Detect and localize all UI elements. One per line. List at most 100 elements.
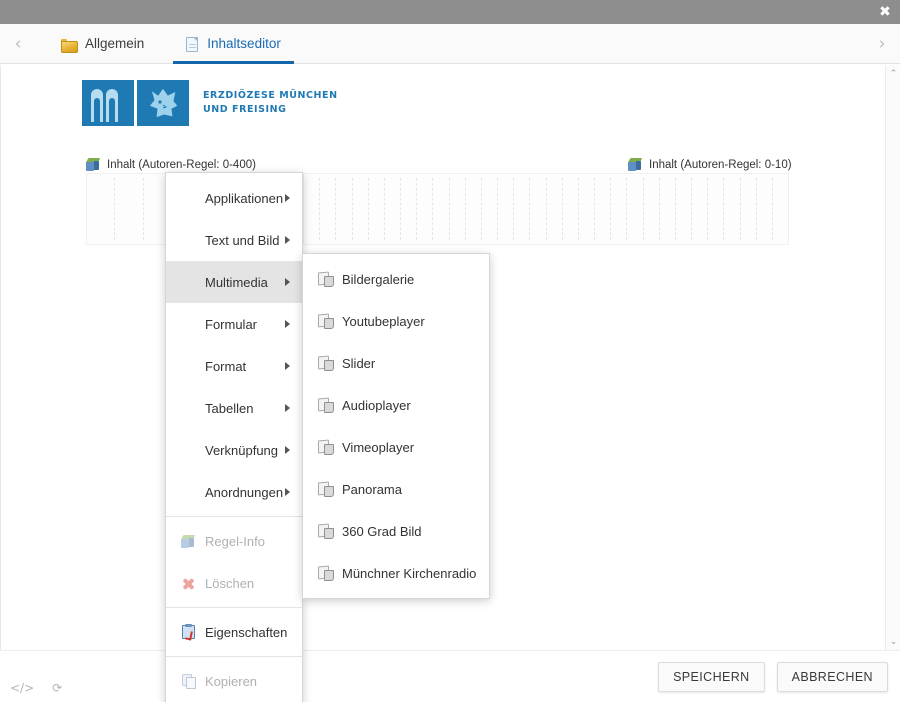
menu-item-anordnungen[interactable]: Anordnungen: [166, 471, 302, 513]
delete-icon: [182, 577, 195, 590]
menu-item-label: Tabellen: [205, 400, 254, 416]
placeholder-column: [773, 178, 788, 240]
menu-item-label: Format: [205, 358, 247, 374]
placeholder-column: [320, 178, 337, 240]
dialog-footer: </> ⟳ SPEICHERN ABBRECHEN: [0, 650, 900, 702]
rule-label-right-text: Inhalt (Autoren-Regel: 0-10): [649, 158, 792, 171]
submenu-item-bildergalerie[interactable]: Bildergalerie: [303, 258, 489, 300]
tab-allgemein[interactable]: Allgemein: [40, 24, 165, 64]
menu-item-eigenschaften[interactable]: Eigenschaften: [166, 611, 302, 653]
menu-item-formular[interactable]: Formular: [166, 303, 302, 345]
placeholder-column: [450, 178, 466, 240]
submenu-item-muenchner-kirchenradio[interactable]: Münchner Kirchenradio: [303, 552, 489, 594]
tab-scroll-right-icon[interactable]: ›: [872, 34, 892, 54]
rule-label-left: Inhalt (Autoren-Regel: 0-400): [85, 158, 256, 171]
menu-item-icon-slot: [180, 534, 196, 548]
submenu-item-label: Panorama: [342, 481, 402, 497]
submenu-item-label: Slider: [342, 355, 376, 371]
folder-icon: [61, 38, 78, 53]
copy-icon: [181, 674, 196, 689]
chevron-right-icon: [285, 320, 290, 328]
logo-pillars-icon: [82, 80, 134, 126]
placeholder-column: [417, 178, 434, 240]
logo-text-line1: ERZDIÖZESE MÜNCHEN: [203, 89, 338, 101]
placeholder-column: [433, 178, 450, 240]
placeholder-column: [724, 178, 741, 240]
chevron-right-icon: [285, 404, 290, 412]
footer-tool-icons: </> ⟳: [10, 682, 62, 694]
tab-list: Allgemein Inhaltseditor: [40, 24, 302, 64]
chevron-right-icon: [285, 446, 290, 454]
menu-item-label: Anordnungen: [205, 484, 284, 500]
placeholder-column: [579, 178, 596, 240]
menu-item-text-und-bild[interactable]: Text und Bild: [166, 219, 302, 261]
submenu-item-label: Vimeoplayer: [342, 439, 415, 455]
placeholder-column: [336, 178, 353, 240]
placeholder-column: [692, 178, 709, 240]
content-placeholder-right[interactable]: [303, 173, 789, 245]
menu-item-label: Löschen: [205, 575, 255, 591]
placeholder-column: [530, 178, 547, 240]
placeholder-column: [611, 178, 628, 240]
menu-separator: [166, 607, 302, 608]
tab-scroll-left-icon[interactable]: ‹: [8, 34, 28, 54]
submenu-item-label: Audioplayer: [342, 397, 411, 413]
scroll-up-icon[interactable]: ⌃: [886, 66, 900, 81]
component-icon: [318, 356, 334, 371]
tab-bar: ‹ › Allgemein Inhaltseditor: [0, 24, 900, 64]
menu-item-loeschen: Löschen: [166, 562, 302, 604]
placeholder-column: [466, 178, 482, 240]
logo-text: ERZDIÖZESE MÜNCHEN UND FREISING: [203, 89, 338, 118]
placeholder-column: [595, 178, 612, 240]
chevron-right-icon: [285, 362, 290, 370]
reload-icon[interactable]: ⟳: [52, 682, 62, 694]
chevron-right-icon: [285, 278, 290, 286]
placeholder-column: [115, 178, 144, 240]
submenu-item-label: Youtubeplayer: [342, 313, 425, 329]
menu-item-tabellen[interactable]: Tabellen: [166, 387, 302, 429]
component-icon: [318, 398, 334, 413]
menu-item-icon-slot: [180, 674, 196, 689]
menu-item-label: Eigenschaften: [205, 624, 288, 640]
rule-label-right: Inhalt (Autoren-Regel: 0-10): [627, 158, 792, 171]
placeholder-column: [401, 178, 418, 240]
submenu-item-icon-slot: [317, 356, 334, 371]
context-menu: Applikationen Text und Bild Multimedia Form…: [165, 172, 303, 702]
vertical-scrollbar[interactable]: ⌃ ⌄: [885, 65, 900, 650]
submenu-item-slider[interactable]: Slider: [303, 342, 489, 384]
tab-inhaltseditor[interactable]: Inhaltseditor: [165, 24, 302, 64]
menu-item-multimedia[interactable]: Multimedia: [166, 261, 302, 303]
scroll-down-icon[interactable]: ⌄: [886, 634, 900, 649]
placeholder-column: [627, 178, 644, 240]
menu-item-applikationen[interactable]: Applikationen: [166, 177, 302, 219]
submenu-item-icon-slot: [317, 314, 334, 329]
submenu-item-vimeoplayer[interactable]: Vimeoplayer: [303, 426, 489, 468]
save-button[interactable]: SPEICHERN: [658, 662, 765, 692]
submenu-item-icon-slot: [317, 440, 334, 455]
menu-item-label: Formular: [205, 316, 258, 332]
window-titlebar: ✖: [0, 0, 900, 24]
submenu-item-panorama[interactable]: Panorama: [303, 468, 489, 510]
content-left-divider: [0, 65, 1, 650]
submenu-item-360-grad-bild[interactable]: 360 Grad Bild: [303, 510, 489, 552]
component-icon: [318, 524, 334, 539]
menu-item-format[interactable]: Format: [166, 345, 302, 387]
properties-icon: [181, 624, 195, 639]
close-icon[interactable]: ✖: [876, 3, 894, 21]
logo-muenchner-kindl-icon: [137, 80, 189, 126]
placeholder-column: [644, 178, 660, 240]
tab-inhaltseditor-label: Inhaltseditor: [207, 36, 281, 52]
document-icon: [186, 36, 199, 52]
submenu-item-youtubeplayer[interactable]: Youtubeplayer: [303, 300, 489, 342]
dialog-window: ✖ ‹ › Allgemein Inhaltseditor ERZDIÖZESE…: [0, 0, 900, 702]
placeholder-column: [304, 178, 321, 240]
source-code-icon[interactable]: </>: [10, 682, 34, 694]
submenu-item-icon-slot: [317, 272, 334, 287]
submenu-item-label: Münchner Kirchenradio: [342, 565, 477, 581]
logo-marks: [82, 80, 189, 126]
placeholder-column: [498, 178, 515, 240]
rule-info-icon: [180, 534, 196, 548]
submenu-item-audioplayer[interactable]: Audioplayer: [303, 384, 489, 426]
cancel-button[interactable]: ABBRECHEN: [776, 662, 888, 692]
menu-item-verknuepfung[interactable]: Verknüpfung: [166, 429, 302, 471]
